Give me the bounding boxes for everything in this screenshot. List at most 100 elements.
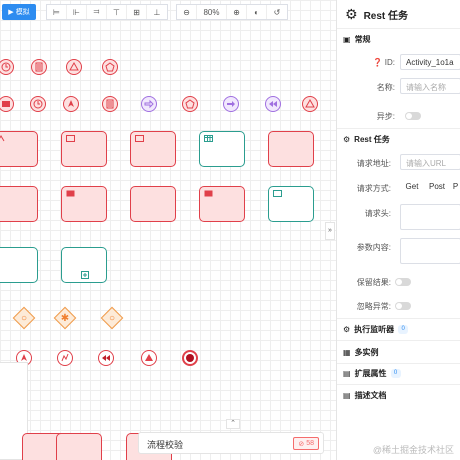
extension-icon: ▤ <box>343 369 351 378</box>
multiple-start-event[interactable] <box>102 59 118 75</box>
link-arrow-icon <box>227 101 235 107</box>
section-extensions[interactable]: ▤ 扩展属性 0 <box>343 368 401 379</box>
validation-bar[interactable]: 流程校验 ⊘ 58 <box>138 432 324 454</box>
signal-start-event[interactable] <box>66 59 82 75</box>
id-label: ❓ ID: <box>372 58 395 67</box>
mail-task[interactable] <box>268 186 314 222</box>
headers-field[interactable] <box>400 204 460 230</box>
align-center-icon[interactable]: ⊩ <box>67 5 87 19</box>
shield-icon: ▣ <box>343 35 351 44</box>
envelope-icon <box>66 135 75 142</box>
error-icon: ⊘ <box>298 440 305 448</box>
collapse-up-icon[interactable]: ⌃ <box>226 419 240 429</box>
params-field[interactable] <box>400 238 460 264</box>
compensation-end-event[interactable] <box>98 350 114 366</box>
conditional-event[interactable] <box>102 96 118 112</box>
conditional-start-event[interactable] <box>31 59 47 75</box>
align-middle-icon[interactable]: ⊞ <box>127 5 147 19</box>
properties-panel: ⚙ Rest 任务 ▣ 常规 ❓ ID: Activity_1o1a 名称: 请… <box>336 0 460 460</box>
link-event[interactable] <box>141 96 157 112</box>
task-bottom-2[interactable] <box>56 433 102 460</box>
validation-label: 流程校验 <box>147 440 184 450</box>
pentagon-icon <box>185 99 195 109</box>
params-label: 参数内容: <box>356 243 391 252</box>
task[interactable] <box>0 131 38 167</box>
lightning-icon <box>61 353 69 362</box>
name-field[interactable]: 请输入名称 <box>400 78 460 94</box>
message-event[interactable] <box>0 96 14 112</box>
section-listeners[interactable]: ⚙ 执行监听器 0 <box>343 324 409 335</box>
script-task[interactable] <box>130 131 176 167</box>
error-count-badge[interactable]: ⊘ 58 <box>293 437 319 450</box>
sub-process[interactable] <box>61 247 107 283</box>
rest-task[interactable] <box>199 186 245 222</box>
link-throw-event[interactable] <box>223 96 239 112</box>
url-label: 请求地址: <box>356 159 391 168</box>
section-rest[interactable]: ⚙ Rest 任务 <box>343 134 390 145</box>
simulate-button[interactable]: ▶ 模拟 <box>2 4 36 20</box>
envelope-icon <box>273 190 282 197</box>
error-end-event[interactable] <box>57 350 73 366</box>
envelope-icon <box>2 101 10 107</box>
align-bottom-icon[interactable]: ⊥ <box>147 5 167 19</box>
align-left-icon[interactable]: ⊨ <box>47 5 67 19</box>
bpmn-canvas[interactable]: ▶ 模拟 ⊨ ⊩ ⫤ ⊤ ⊞ ⊥ ⊖ 80% ⊕ ◐ ↺ ○ ✱ ○ ⌃ » 流… <box>0 0 336 460</box>
business-rule-task[interactable] <box>199 131 245 167</box>
reset-icon[interactable]: ↺ <box>267 5 287 19</box>
toolbar: ▶ 模拟 ⊨ ⊩ ⫤ ⊤ ⊞ ⊥ ⊖ 80% ⊕ ◐ ↺ <box>0 0 336 24</box>
panel-header: ⚙ Rest 任务 <box>345 6 408 23</box>
compensation-event[interactable] <box>265 96 281 112</box>
receive-task[interactable] <box>61 186 107 222</box>
envelope-icon <box>66 190 75 197</box>
escalation-event[interactable] <box>63 96 79 112</box>
method-selector[interactable]: Get Post P <box>400 179 460 195</box>
timer-event[interactable] <box>30 96 46 112</box>
ignore-error-toggle[interactable] <box>395 302 411 310</box>
method-other[interactable]: P <box>450 179 460 195</box>
terminate-end-event[interactable] <box>182 350 198 366</box>
play-icon: ▶ <box>8 9 14 16</box>
link-arrow-icon <box>144 99 154 109</box>
zoom-out-icon[interactable]: ⊖ <box>177 5 197 19</box>
filled-circle-icon <box>186 354 194 362</box>
section-multi-instance[interactable]: ▦ 多实例 <box>343 347 379 358</box>
task-variant[interactable] <box>0 186 38 222</box>
call-activity[interactable] <box>0 247 38 283</box>
section-documentation[interactable]: ▤ 描述文档 <box>343 390 387 401</box>
multiple-event[interactable] <box>182 96 198 112</box>
section-general[interactable]: ▣ 常规 <box>343 34 371 45</box>
method-get[interactable]: Get <box>400 179 424 195</box>
url-field[interactable]: 请输入URL <box>400 154 460 170</box>
clock-icon <box>33 99 43 109</box>
listener-icon: ⚙ <box>343 325 351 334</box>
manual-task[interactable] <box>130 186 176 222</box>
service-task[interactable] <box>268 131 314 167</box>
align-group: ⊨ ⊩ ⫤ ⊤ ⊞ ⊥ <box>46 4 168 20</box>
name-label: 名称: <box>376 83 395 92</box>
method-post[interactable]: Post <box>424 179 450 195</box>
zoom-in-icon[interactable]: ⊕ <box>227 5 247 19</box>
method-label: 请求方式: <box>356 184 391 193</box>
fit-icon[interactable]: ◐ <box>247 5 267 19</box>
gear-icon: ⚙ <box>345 6 358 22</box>
timer-start-event[interactable] <box>0 59 14 75</box>
listener-count-badge: 0 <box>398 325 409 334</box>
rewind-icon <box>269 101 277 107</box>
id-field[interactable]: Activity_1o1a <box>400 54 460 70</box>
keep-result-toggle[interactable] <box>395 278 411 286</box>
headers-label: 请求头: <box>364 209 391 218</box>
async-toggle[interactable] <box>405 112 421 120</box>
panel-toggle-icon[interactable]: » <box>325 222 335 240</box>
ignore-error-label: 忽略异常: <box>356 302 391 311</box>
signal-event[interactable] <box>302 96 318 112</box>
user-task-icon <box>0 135 5 142</box>
send-task[interactable] <box>61 131 107 167</box>
gear-icon: ⚙ <box>343 135 351 144</box>
align-top-icon[interactable]: ⊤ <box>107 5 127 19</box>
expand-icon <box>81 271 89 279</box>
extension-count-badge: 0 <box>390 369 401 378</box>
align-right-icon[interactable]: ⫤ <box>87 5 107 19</box>
document-icon: ▤ <box>343 391 351 400</box>
signal-end-event[interactable] <box>141 350 157 366</box>
panel-title: Rest 任务 <box>363 11 409 22</box>
